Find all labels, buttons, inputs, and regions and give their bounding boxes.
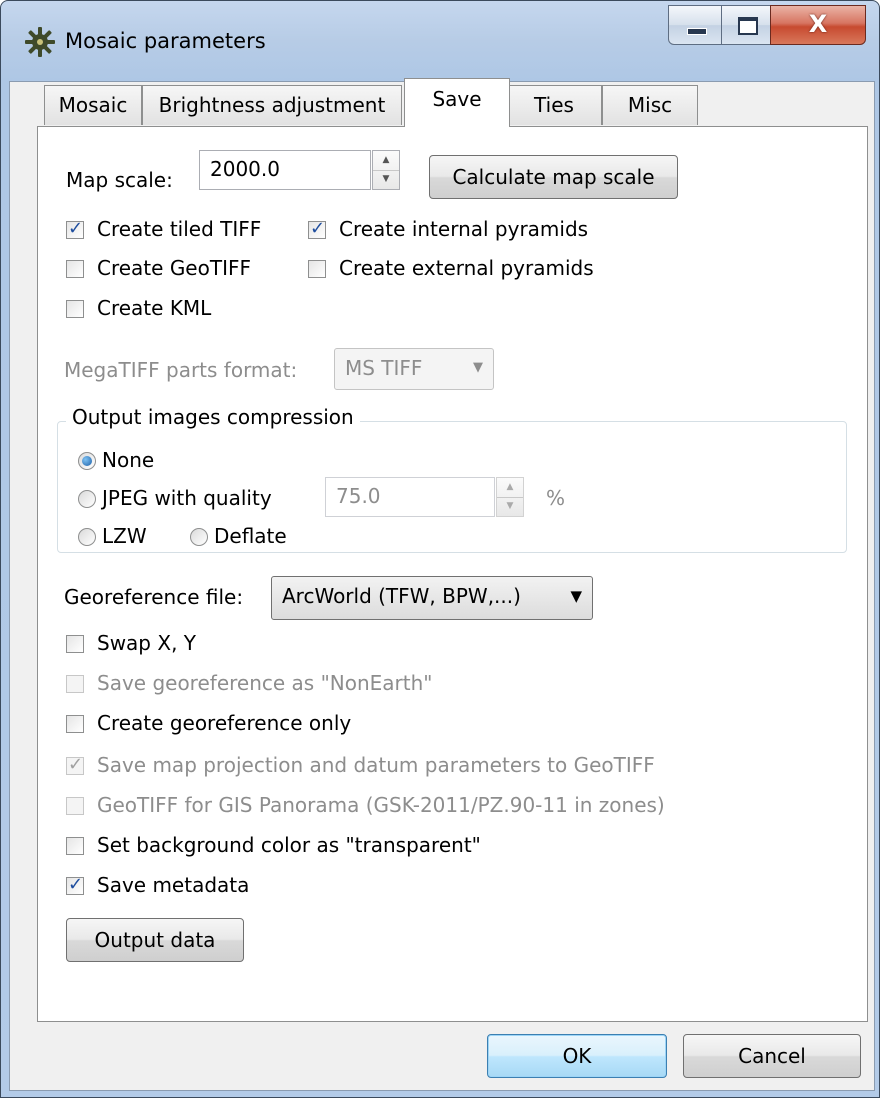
maximize-button[interactable] [721, 5, 771, 45]
window-title: Mosaic parameters [65, 29, 266, 53]
georeference-file-value: ArcWorld (TFW, BPW,...) [282, 584, 521, 608]
map-scale-spinner[interactable]: ▲ ▼ [372, 150, 400, 190]
geotiff-gis-panorama-checkbox[interactable] [66, 797, 84, 815]
georeference-file-label: Georeference file: [64, 585, 244, 609]
create-kml-label: Create KML [97, 296, 212, 320]
dropdown-arrow-icon: ▼ [473, 360, 483, 375]
geotiff-gis-panorama-label: GeoTIFF for GIS Panorama (GSK-2011/PZ.90… [97, 793, 665, 817]
tab-mosaic[interactable]: Mosaic [44, 85, 142, 125]
app-gear-icon [25, 27, 55, 57]
compression-jpeg-label: JPEG with quality [102, 486, 272, 510]
close-icon: X [808, 10, 828, 38]
create-internal-pyramids-label: Create internal pyramids [339, 217, 589, 241]
spin-down-icon[interactable]: ▼ [373, 170, 399, 189]
megatiff-format-select[interactable]: MS TIFF ▼ [334, 348, 494, 390]
create-geotiff-checkbox[interactable] [66, 260, 84, 278]
percent-label: % [546, 486, 566, 510]
create-external-pyramids-checkbox[interactable] [308, 260, 326, 278]
compression-none-label: None [102, 448, 155, 472]
compression-lzw-radio[interactable] [78, 528, 96, 546]
save-metadata-checkbox[interactable] [66, 874, 84, 895]
save-georeference-nonearth-checkbox[interactable] [66, 675, 84, 693]
create-georeference-only-label: Create georeference only [97, 711, 352, 735]
minimize-icon [687, 28, 707, 35]
cancel-button[interactable]: Cancel [683, 1034, 861, 1078]
create-tiled-tiff-checkbox[interactable] [66, 218, 84, 239]
spin-down-icon[interactable]: ▼ [497, 497, 523, 516]
map-scale-label: Map scale: [66, 168, 173, 192]
dropdown-arrow-icon: ▼ [570, 587, 582, 605]
ok-button[interactable]: OK [487, 1034, 667, 1078]
close-button[interactable]: X [770, 5, 866, 45]
tab-brightness-adjustment[interactable]: Brightness adjustment [142, 85, 402, 125]
save-georeference-nonearth-label: Save georeference as "NonEarth" [97, 671, 433, 695]
create-geotiff-label: Create GeoTIFF [97, 256, 251, 280]
minimize-button[interactable] [668, 5, 722, 45]
compression-deflate-radio[interactable] [190, 528, 208, 546]
compression-lzw-label: LZW [102, 524, 147, 548]
create-internal-pyramids-checkbox[interactable] [308, 218, 326, 239]
jpeg-quality-spinner[interactable]: ▲ ▼ [496, 477, 524, 517]
jpeg-quality-input[interactable]: 75.0 [325, 477, 495, 517]
compression-none-radio[interactable] [78, 452, 96, 470]
tab-misc[interactable]: Misc [602, 85, 698, 125]
map-scale-input[interactable]: 2000.0 [199, 150, 371, 190]
create-georeference-only-checkbox[interactable] [66, 715, 84, 733]
swap-xy-checkbox[interactable] [66, 635, 84, 653]
save-projection-datum-checkbox[interactable] [66, 754, 84, 775]
tab-ties[interactable]: Ties [506, 85, 602, 125]
maximize-icon [738, 17, 758, 35]
tab-save[interactable]: Save [404, 78, 510, 127]
output-data-button[interactable]: Output data [66, 918, 244, 962]
title-bar[interactable]: Mosaic parameters X [1, 1, 879, 81]
megatiff-format-value: MS TIFF [345, 356, 423, 380]
create-external-pyramids-label: Create external pyramids [339, 256, 594, 280]
spin-up-icon[interactable]: ▲ [497, 478, 523, 498]
calculate-map-scale-button[interactable]: Calculate map scale [429, 155, 678, 199]
swap-xy-label: Swap X, Y [97, 631, 196, 655]
save-metadata-label: Save metadata [97, 873, 250, 897]
transparent-background-label: Set background color as "transparent" [97, 833, 481, 857]
create-kml-checkbox[interactable] [66, 300, 84, 318]
spin-up-icon[interactable]: ▲ [373, 151, 399, 171]
save-projection-datum-label: Save map projection and datum parameters… [97, 753, 655, 777]
georeference-file-select[interactable]: ArcWorld (TFW, BPW,...) ▼ [271, 576, 593, 620]
megatiff-format-label: MegaTIFF parts format: [64, 358, 298, 382]
compression-jpeg-radio[interactable] [78, 490, 96, 508]
compression-deflate-label: Deflate [214, 524, 287, 548]
compression-group-title: Output images compression [66, 405, 360, 429]
transparent-background-checkbox[interactable] [66, 837, 84, 855]
create-tiled-tiff-label: Create tiled TIFF [97, 217, 262, 241]
